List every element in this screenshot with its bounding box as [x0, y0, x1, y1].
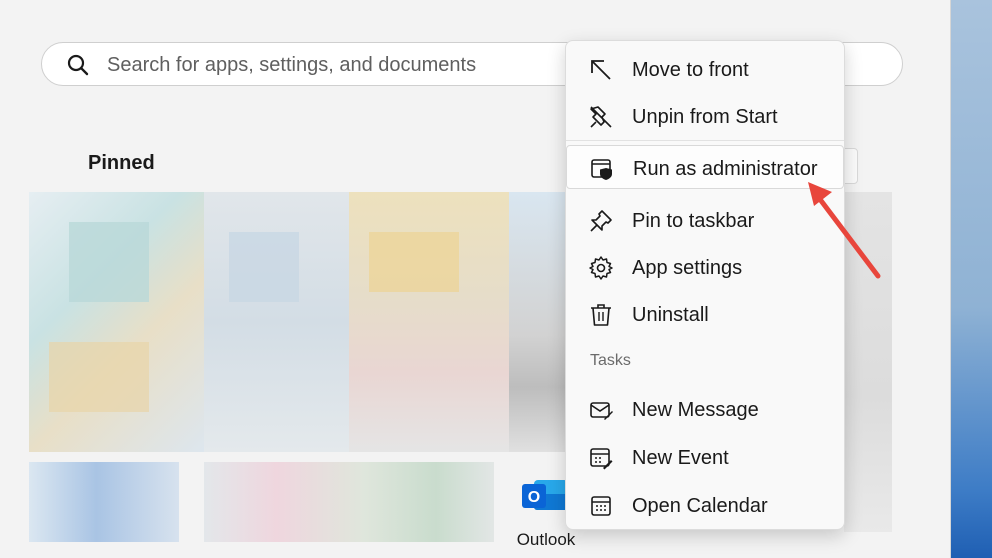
annotation-arrow-icon [808, 182, 881, 279]
menu-item-label: App settings [632, 257, 743, 279]
menu-item-label: Pin to taskbar [632, 210, 755, 232]
menu-divider [566, 140, 844, 141]
blurred-app-tile[interactable] [49, 342, 149, 412]
start-menu-panel: Search for apps, settings, and documents… [0, 0, 951, 558]
new-event-icon [590, 448, 613, 470]
menu-item-move-to-front[interactable]: Move to front [566, 47, 844, 91]
unpin-icon [590, 106, 612, 128]
menu-item-label: Uninstall [632, 304, 709, 326]
menu-item-new-message[interactable]: New Message [566, 387, 844, 431]
desktop-wallpaper-edge [950, 0, 992, 558]
svg-text:O: O [528, 489, 540, 506]
tasks-section-header: Tasks [590, 352, 631, 369]
search-icon [67, 54, 89, 76]
menu-item-label: Unpin from Start [632, 106, 778, 128]
menu-item-unpin-from-start[interactable]: Unpin from Start [566, 94, 844, 138]
blurred-app-tile[interactable] [204, 192, 349, 452]
outlook-icon: O [522, 480, 568, 510]
trash-icon [591, 304, 611, 326]
arrow-up-left-icon [591, 60, 611, 80]
blurred-app-tile[interactable] [29, 462, 179, 542]
blurred-app-tile[interactable] [369, 232, 459, 292]
menu-item-uninstall[interactable]: Uninstall [566, 292, 844, 336]
pin-icon [590, 210, 612, 232]
blurred-app-tile[interactable] [69, 222, 149, 302]
menu-item-label: Open Calendar [632, 495, 768, 517]
blurred-app-tile[interactable] [229, 232, 299, 302]
pinned-section-title: Pinned [88, 152, 155, 174]
calendar-icon [591, 496, 611, 516]
blurred-app-tile[interactable] [204, 462, 494, 542]
menu-item-label: Move to front [632, 59, 749, 81]
shield-window-icon [591, 159, 612, 180]
gear-icon [589, 256, 613, 280]
menu-item-open-calendar[interactable]: Open Calendar [566, 483, 844, 527]
menu-item-label: New Message [632, 399, 759, 421]
new-message-icon [590, 402, 613, 420]
blurred-app-tile[interactable] [349, 192, 509, 452]
menu-item-new-event[interactable]: New Event [566, 435, 844, 479]
search-input[interactable]: Search for apps, settings, and documents [107, 54, 476, 77]
app-label: Outlook [516, 530, 576, 549]
menu-item-label: New Event [632, 447, 729, 469]
